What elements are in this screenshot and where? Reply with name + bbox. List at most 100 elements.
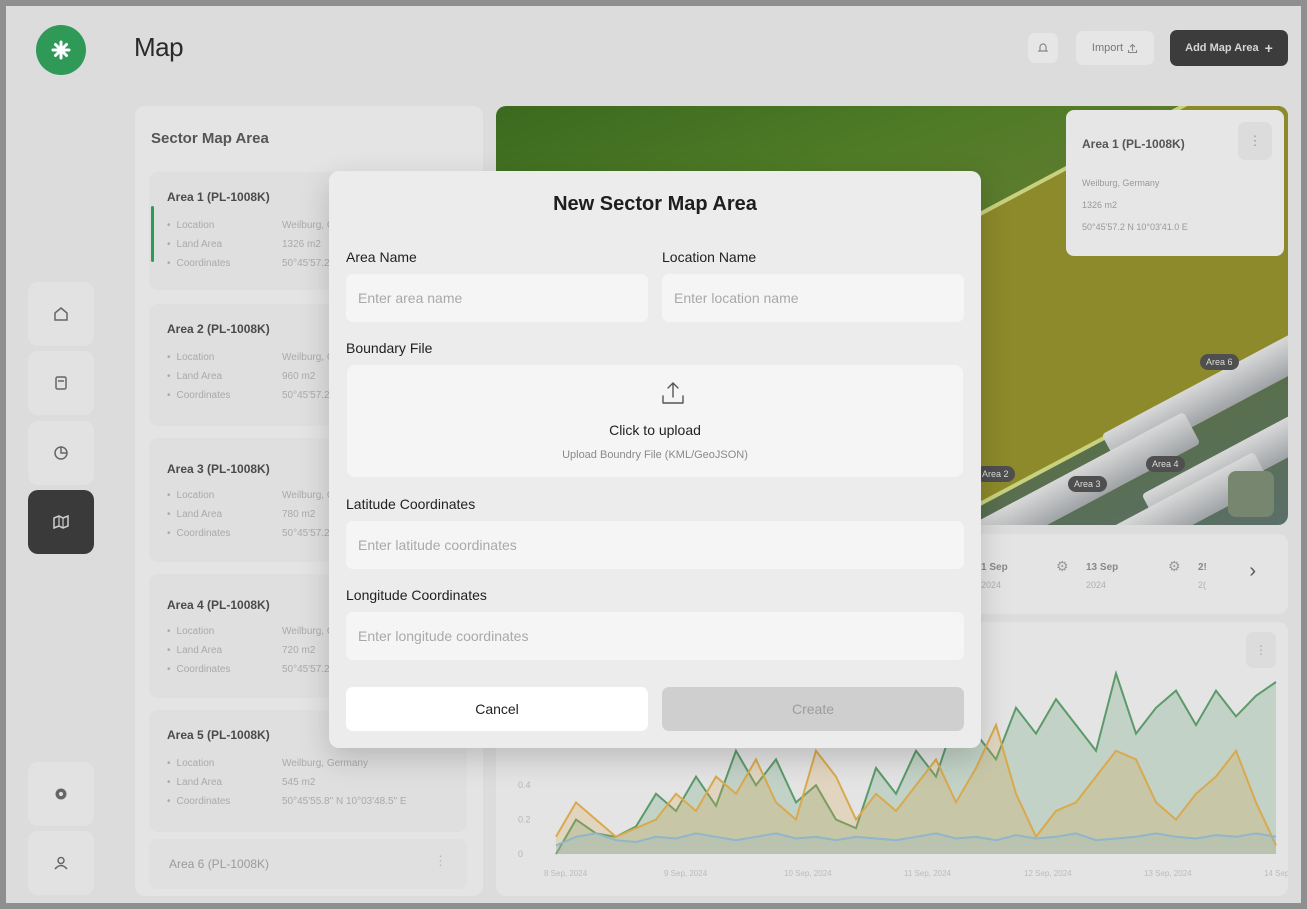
expand-map-button[interactable]: [1228, 471, 1274, 517]
map-info-coordinates: 50°45'57.2 N 10°03'41.0 E: [1082, 222, 1188, 232]
upload-title: Click to upload: [609, 422, 701, 438]
map-area-tag[interactable]: Area 3: [1068, 476, 1107, 492]
document-icon: [55, 376, 67, 390]
detail-value: Weilburg, Germany: [282, 758, 368, 769]
import-label: Import: [1091, 42, 1124, 54]
plus-icon: +: [1264, 40, 1273, 56]
detail-value: 50°45'55.8" N 10°03'48.5" E: [282, 796, 407, 807]
longitude-label: Longitude Coordinates: [346, 587, 487, 603]
detail-key: Land Area: [167, 235, 282, 254]
area-name: Area 4 (PL-1008K): [167, 598, 270, 612]
detail-key: Location: [167, 216, 282, 235]
add-map-area-label: Add Map Area: [1185, 42, 1259, 54]
latitude-input[interactable]: [346, 521, 964, 569]
map-area-tag[interactable]: Area 2: [976, 466, 1015, 482]
detail-key: Coordinates: [167, 386, 282, 405]
latitude-label: Latitude Coordinates: [346, 496, 476, 512]
sidebar-analytics-button[interactable]: [28, 421, 94, 485]
detail-key: Land Area: [167, 773, 282, 792]
y-tick-label: 0.2: [518, 815, 531, 825]
x-tick-label: 14 Sep, 2024: [1264, 869, 1288, 878]
sidebar-settings-button[interactable]: [28, 762, 94, 826]
timeline-date[interactable]: 1 Sep: [981, 562, 1008, 573]
detail-value: 780 m2: [282, 509, 316, 520]
map-area-tag[interactable]: Area 4: [1146, 456, 1185, 472]
notifications-button[interactable]: [1028, 33, 1058, 63]
area-name-label: Area Name: [346, 249, 417, 265]
map-info-area: 1326 m2: [1082, 200, 1118, 210]
add-map-area-button[interactable]: Add Map Area +: [1170, 30, 1288, 66]
gear-icon: [55, 788, 67, 800]
chevron-right-icon[interactable]: ›: [1249, 560, 1256, 583]
boundary-file-dropzone[interactable]: Click to upload Upload Boundry File (KML…: [347, 365, 963, 477]
sidebar-home-button[interactable]: [28, 282, 94, 346]
boundary-file-label: Boundary File: [346, 340, 433, 356]
modal-title: New Sector Map Area: [553, 193, 757, 215]
area-details: LocationWeilburg, Germany Land Area545 m…: [167, 754, 407, 811]
user-icon: [54, 856, 68, 870]
area-name-input[interactable]: [346, 274, 648, 322]
bell-icon: [1037, 43, 1049, 52]
upload-icon: [1128, 43, 1138, 53]
more-options-icon[interactable]: ⋮: [1238, 122, 1272, 160]
detail-key: Coordinates: [167, 660, 282, 679]
x-tick-label: 10 Sep, 2024: [784, 869, 832, 878]
new-sector-modal: New Sector Map Area Area Name Location N…: [329, 171, 981, 748]
map-info-card: Area 1 (PL-1008K) Weilburg, Germany 1326…: [1066, 110, 1284, 256]
location-name-input[interactable]: [662, 274, 964, 322]
area-card[interactable]: Area 6 (PL-1008K) ⋮: [149, 839, 467, 889]
x-tick-label: 11 Sep, 2024: [904, 869, 952, 878]
x-tick-label: 12 Sep, 2024: [1024, 869, 1072, 878]
sidebar-map-button[interactable]: [28, 490, 94, 554]
pie-chart-icon: [54, 446, 68, 460]
y-tick-label: 0.4: [518, 780, 531, 790]
import-button[interactable]: Import: [1076, 31, 1154, 65]
timeline-date[interactable]: 2!: [1198, 562, 1207, 573]
detail-key: Land Area: [167, 505, 282, 524]
area-name: Area 6 (PL-1008K): [169, 857, 270, 871]
detail-value: 545 m2: [282, 777, 316, 788]
timeline-date[interactable]: 13 Sep: [1086, 562, 1118, 573]
cancel-button[interactable]: Cancel: [346, 687, 648, 731]
detail-key: Location: [167, 754, 282, 773]
longitude-input[interactable]: [346, 612, 964, 660]
timeline-year: 2024: [1086, 580, 1107, 590]
timeline-year: 2024: [981, 580, 1002, 590]
selected-indicator: [151, 206, 154, 262]
detail-key: Location: [167, 486, 282, 505]
detail-value: 720 m2: [282, 645, 316, 656]
detail-value: 960 m2: [282, 371, 316, 382]
y-tick-label: 0: [518, 849, 523, 859]
detail-value: 1326 m2: [282, 239, 321, 250]
area-name: Area 3 (PL-1008K): [167, 462, 270, 476]
map-icon: [53, 514, 69, 530]
satellite-icon: ⚙: [1168, 558, 1181, 574]
more-options-icon[interactable]: ⋮: [434, 853, 447, 869]
map-area-tag[interactable]: Area 6: [1200, 354, 1239, 370]
x-tick-label: 9 Sep, 2024: [664, 869, 708, 878]
detail-key: Coordinates: [167, 254, 282, 273]
home-icon: [54, 307, 68, 321]
upload-icon: [662, 382, 684, 404]
location-name-label: Location Name: [662, 249, 757, 265]
detail-key: Coordinates: [167, 792, 282, 811]
detail-key: Land Area: [167, 367, 282, 386]
sidebar-profile-button[interactable]: [28, 831, 94, 895]
detail-key: Location: [167, 348, 282, 367]
map-info-location: Weilburg, Germany: [1082, 178, 1160, 188]
map-info-title: Area 1 (PL-1008K): [1082, 137, 1185, 151]
area-name: Area 1 (PL-1008K): [167, 190, 270, 204]
logo-icon: [51, 40, 71, 60]
more-options-icon[interactable]: ⋮: [1246, 632, 1276, 668]
page-title: Map: [134, 32, 184, 62]
area-name: Area 5 (PL-1008K): [167, 728, 270, 742]
app-logo[interactable]: [36, 25, 86, 75]
create-button[interactable]: Create: [662, 687, 964, 731]
satellite-icon: ⚙: [1056, 558, 1069, 574]
timeline-year: 2(: [1198, 580, 1207, 590]
detail-key: Location: [167, 622, 282, 641]
sidebar-reports-button[interactable]: [28, 351, 94, 415]
upload-subtitle: Upload Boundry File (KML/GeoJSON): [562, 449, 748, 461]
x-tick-label: 13 Sep, 2024: [1144, 869, 1192, 878]
area-name: Area 2 (PL-1008K): [167, 322, 270, 336]
